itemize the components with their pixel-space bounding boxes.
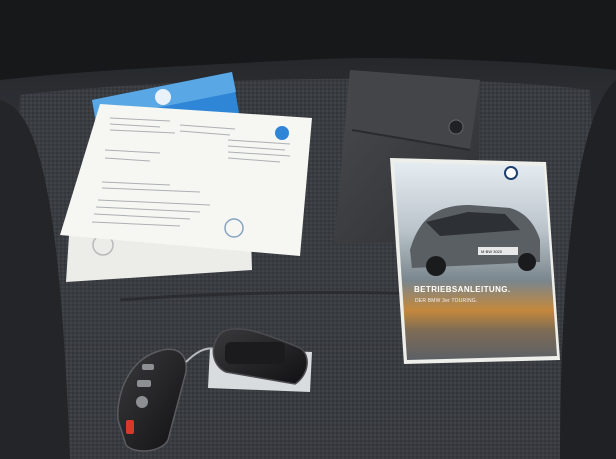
owners-manual: M·BW 3020 BETRIEBSANLEITUNG. DER BMW 3er… — [390, 158, 560, 364]
car-interior-photo: M·BW 3020 BETRIEBSANLEITUNG. DER BMW 3er… — [0, 0, 616, 459]
unlock-icon — [137, 380, 151, 387]
service-document — [60, 104, 312, 256]
key-red-strip — [126, 420, 134, 434]
wallet-bmw-logo-icon — [448, 119, 464, 135]
lock-icon — [142, 364, 154, 370]
trunk-icon — [136, 396, 148, 408]
document-seal-icon — [275, 126, 289, 140]
manual-title: BETRIEBSANLEITUNG. — [414, 285, 511, 294]
booklet-seal-icon — [155, 89, 171, 105]
manual-bmw-logo-icon — [504, 166, 518, 180]
license-plate: M·BW 3020 — [481, 249, 503, 254]
manual-subtitle: DER BMW 3er TOURING. — [415, 298, 477, 304]
